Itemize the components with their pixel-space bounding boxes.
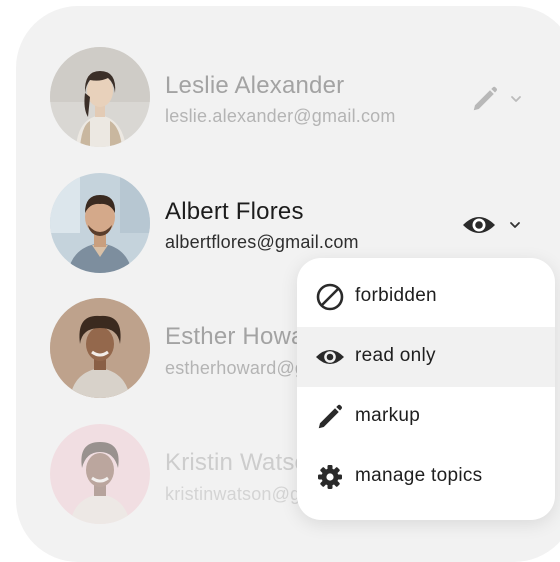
avatar [50, 298, 150, 398]
pencil-icon [318, 404, 342, 429]
avatar [50, 47, 150, 147]
menu-item-label: forbidden [355, 285, 437, 306]
menu-item-label: markup [355, 405, 421, 426]
menu-item-forbidden[interactable]: forbidden [297, 267, 555, 327]
chevron-down-icon [511, 96, 521, 102]
user-email: albertflores@gmail.com [165, 232, 359, 252]
permission-dropdown[interactable] [470, 84, 526, 114]
user-name: Albert Flores [165, 198, 304, 225]
permission-menu: forbidden read only markup manage topics [297, 258, 555, 520]
chevron-down-icon [510, 222, 520, 228]
eye-icon [316, 350, 344, 364]
permission-dropdown[interactable] [462, 210, 525, 240]
menu-item-label: manage topics [355, 465, 483, 486]
avatar [50, 424, 150, 524]
menu-item-read-only[interactable]: read only [297, 327, 555, 387]
avatar [50, 173, 150, 273]
user-email: leslie.alexander@gmail.com [165, 106, 396, 126]
forbidden-icon [316, 283, 344, 311]
eye-icon [463, 217, 495, 233]
menu-item-markup[interactable]: markup [297, 387, 555, 447]
gear-icon [318, 465, 342, 489]
pencil-icon [473, 86, 497, 111]
menu-item-manage-topics[interactable]: manage topics [297, 447, 555, 507]
menu-item-label: read only [355, 345, 436, 366]
user-name: Leslie Alexander [165, 72, 345, 99]
